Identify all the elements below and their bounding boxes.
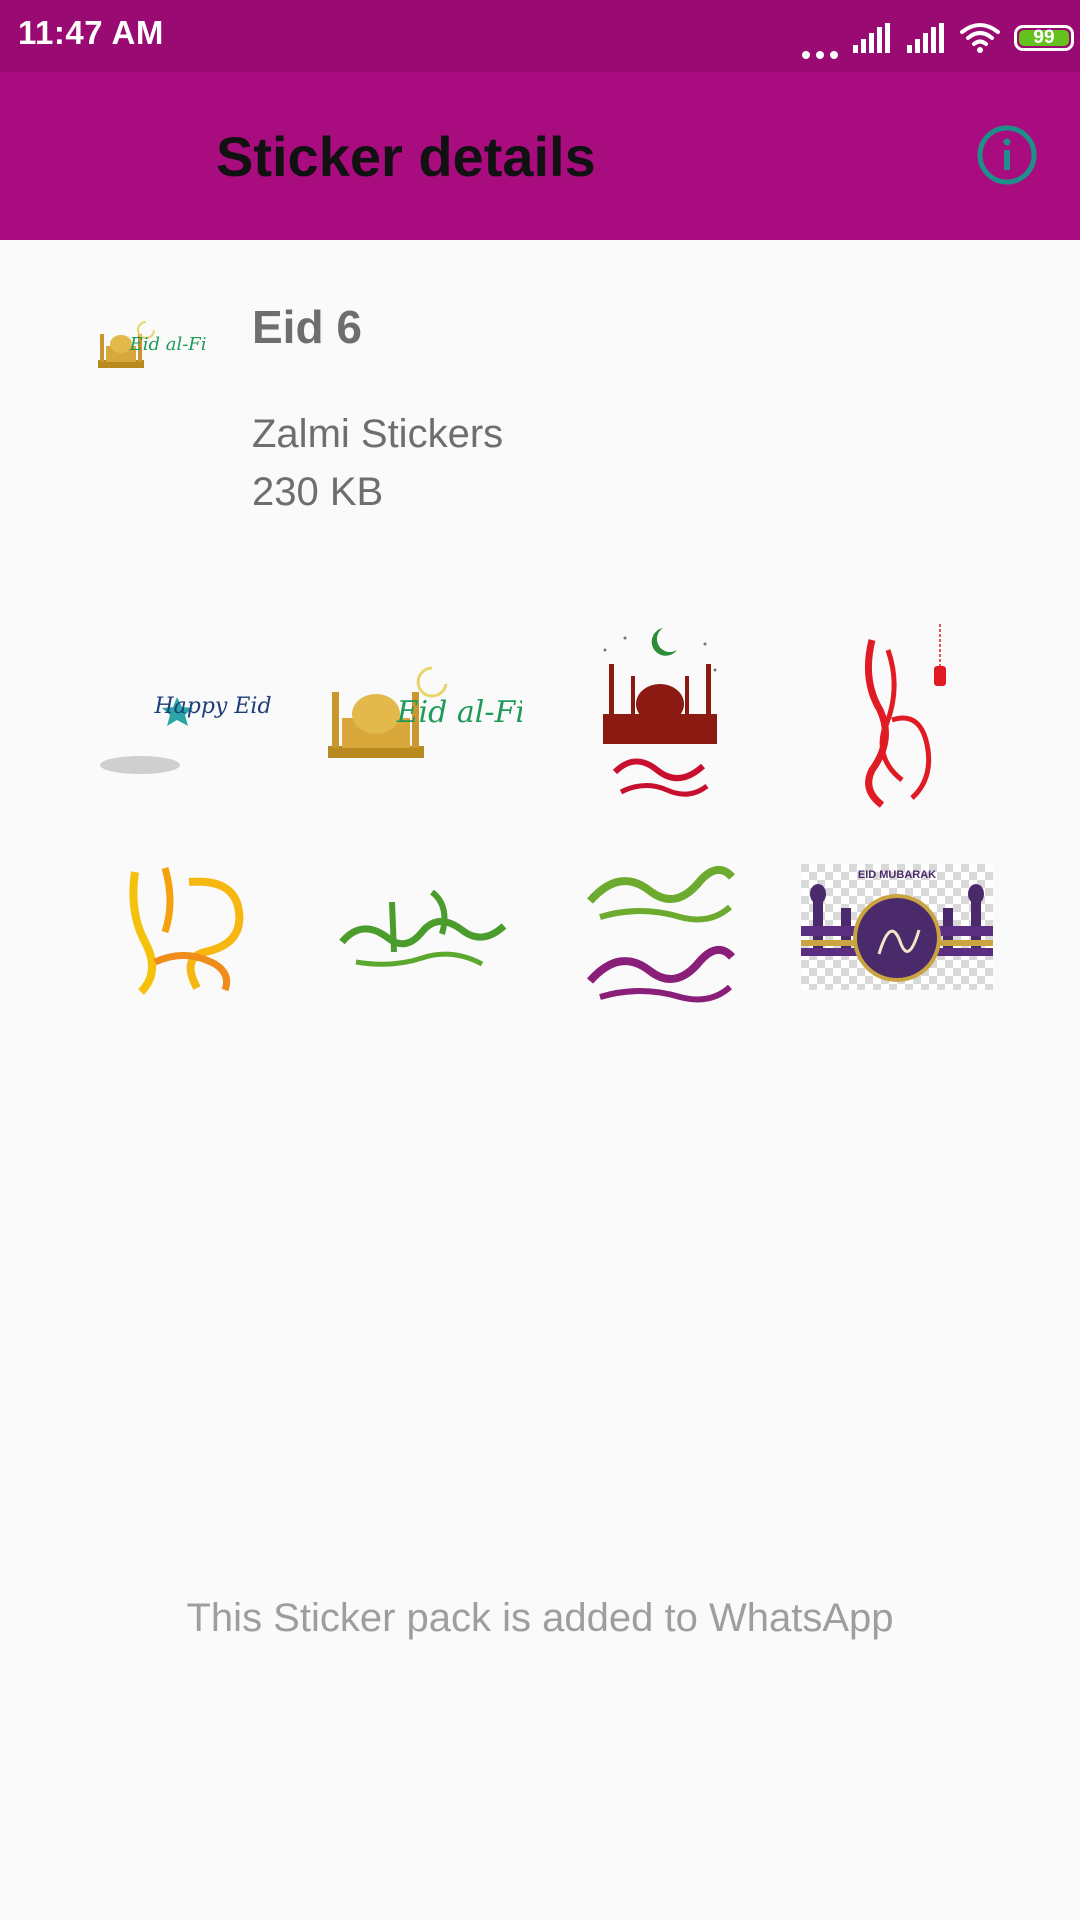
signal-icon — [853, 23, 890, 53]
sticker-happy-eid[interactable]: Happy Eid — [66, 612, 304, 822]
more-dots-icon — [802, 17, 838, 59]
green-purple-eid-mubarak-calligraphy-sticker — [586, 866, 735, 1003]
eid-mubarak-banner-sticker: EID MUBARAK — [801, 864, 994, 990]
red-calligraphy-lantern-sticker — [865, 623, 947, 808]
status-icons: 99 — [802, 17, 1074, 59]
sticker-mosque-crescent[interactable] — [541, 612, 779, 822]
battery-level: 99 — [1033, 27, 1055, 48]
pack-publisher: Zalmi Stickers — [252, 412, 504, 456]
happy-eid-text: Happy Eid — [153, 694, 271, 719]
sticker-green-calligraphy[interactable] — [304, 822, 542, 1032]
green-eid-mubarak-calligraphy-sticker — [339, 889, 507, 967]
sticker-red-calligraphy[interactable] — [779, 612, 1017, 822]
pack-name: Eid 6 — [252, 301, 362, 353]
battery-icon: 99 — [1014, 25, 1074, 51]
sticker-eid-mubarak-banner[interactable]: EID MUBARAK — [779, 822, 1017, 1032]
sticker-orange-calligraphy[interactable] — [66, 822, 304, 1032]
wifi-icon — [960, 23, 1000, 53]
sticker-green-purple-calligraphy[interactable] — [541, 822, 779, 1032]
info-button[interactable] — [976, 124, 1038, 186]
status-time: 11:47 AM — [18, 14, 164, 51]
tray-text: Eid al-Fitr — [129, 334, 206, 355]
info-icon — [977, 125, 1037, 185]
eid-al-fitr-text: Eid al-Fitr — [396, 695, 522, 730]
status-bar: 11:47 AM 99 — [0, 0, 1080, 72]
happy-eid-crescent-sticker: Happy Eid — [99, 665, 271, 774]
app-bar: Sticker details — [0, 72, 1080, 240]
sticker-eid-al-fitr[interactable]: Eid al-Fitr — [304, 612, 542, 822]
signal-icon — [907, 23, 944, 53]
eid-al-fitr-mosque-sticker: Eid al-Fitr — [328, 666, 522, 758]
orange-eid-mubarak-calligraphy-sticker — [129, 867, 244, 995]
added-to-whatsapp-label: This Sticker pack is added to WhatsApp — [186, 1596, 894, 1640]
sticker-grid: Happy Eid Eid al-Fitr — [66, 612, 1016, 1032]
eid-mubarak-banner-text: EID MUBARAK — [858, 869, 936, 881]
pack-tray-icon: Eid al-Fitr — [96, 316, 224, 378]
pack-size: 230 KB — [252, 470, 384, 514]
mosque-crescent-eid-mubarak-sticker — [602, 627, 717, 797]
page-title: Sticker details — [216, 125, 596, 188]
